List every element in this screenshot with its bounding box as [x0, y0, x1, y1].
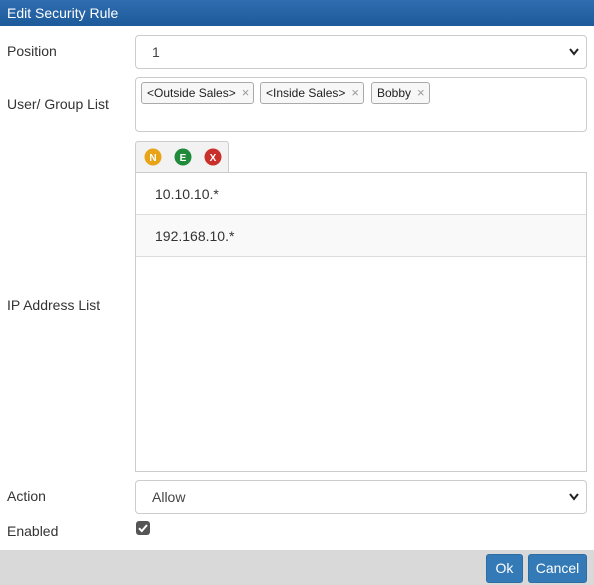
list-item[interactable]: 10.10.10.*: [136, 173, 586, 215]
position-value: 1: [152, 44, 160, 60]
tag-label: <Inside Sales>: [266, 86, 346, 100]
action-label: Action: [7, 488, 46, 504]
remove-tag-icon[interactable]: ×: [242, 85, 250, 100]
chevron-down-icon: [569, 493, 579, 501]
new-icon[interactable]: N: [144, 148, 162, 166]
action-select[interactable]: Allow: [135, 480, 587, 514]
action-value: Allow: [152, 489, 186, 505]
tag-label: <Outside Sales>: [147, 86, 236, 100]
ip-address-list[interactable]: 10.10.10.* 192.168.10.*: [135, 172, 587, 472]
delete-icon-letter: X: [210, 153, 217, 164]
user-group-tag: <Outside Sales> ×: [141, 82, 255, 104]
cancel-button[interactable]: Cancel: [528, 554, 587, 583]
position-label: Position: [7, 43, 57, 59]
user-group-input[interactable]: <Outside Sales> × <Inside Sales> × Bobby ×: [135, 77, 587, 132]
user-group-tag: Bobby ×: [371, 82, 430, 104]
user-group-tag: <Inside Sales> ×: [260, 82, 364, 104]
ip-address-label: IP Address List: [7, 297, 101, 313]
dialog-title: Edit Security Rule: [7, 5, 119, 21]
remove-tag-icon[interactable]: ×: [417, 85, 425, 100]
user-group-label: User/ Group List: [7, 96, 109, 112]
ok-button[interactable]: Ok: [486, 554, 523, 583]
ip-toolbar: N E X: [135, 141, 229, 172]
tag-label: Bobby: [377, 86, 412, 100]
enabled-label: Enabled: [7, 523, 59, 539]
position-select[interactable]: 1: [135, 35, 587, 69]
chevron-down-icon: [569, 48, 579, 56]
ip-address: 10.10.10.*: [155, 186, 219, 202]
delete-icon[interactable]: X: [204, 148, 222, 166]
dialog-title-bar: Edit Security Rule: [0, 0, 594, 26]
edit-icon-letter: E: [180, 153, 187, 164]
edit-icon[interactable]: E: [174, 148, 192, 166]
ip-address: 192.168.10.*: [155, 228, 235, 244]
remove-tag-icon[interactable]: ×: [351, 85, 359, 100]
new-icon-letter: N: [149, 153, 156, 164]
list-item[interactable]: 192.168.10.*: [136, 215, 586, 257]
enabled-checkbox[interactable]: [136, 521, 150, 535]
checkmark-icon: [138, 524, 148, 533]
dialog-footer: Ok Cancel: [0, 550, 594, 585]
